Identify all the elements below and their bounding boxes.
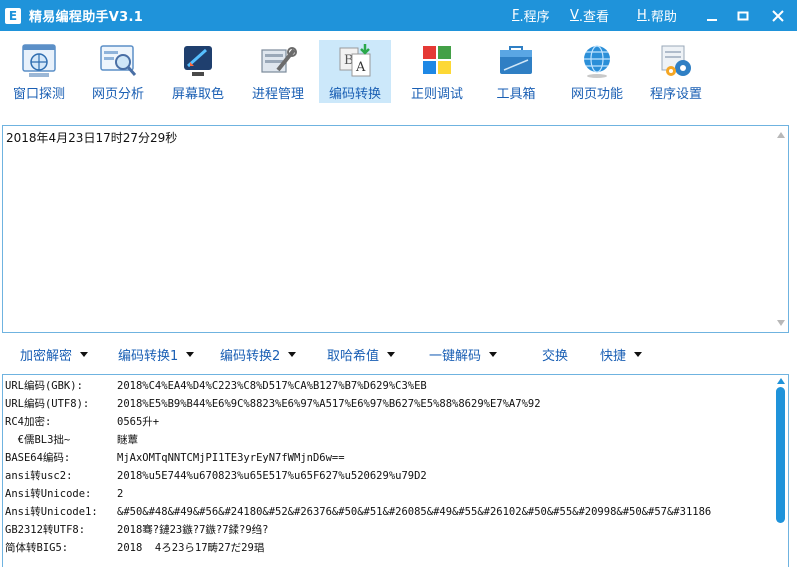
app-logo-icon: E xyxy=(5,7,21,24)
minimize-icon xyxy=(707,18,717,21)
window-probe-icon xyxy=(22,44,56,77)
chevron-down-icon xyxy=(186,352,195,357)
func-encrypt-decrypt[interactable]: 加密解密 xyxy=(20,345,89,364)
svg-text:A: A xyxy=(355,60,366,75)
tool-process-manager[interactable]: 进程管理 xyxy=(242,40,314,103)
encoding-convert-icon: B A xyxy=(339,44,371,77)
menu-program[interactable]: F .程序 xyxy=(512,0,550,31)
scroll-down-icon[interactable] xyxy=(777,320,785,326)
input-text: 2018年4月23日17时27分29秒 xyxy=(6,131,178,145)
maximize-icon xyxy=(737,11,749,20)
chevron-down-icon xyxy=(288,352,297,357)
chevron-down-icon xyxy=(80,352,89,357)
close-button[interactable] xyxy=(760,0,796,31)
tool-regex-debug[interactable]: 正则调试 xyxy=(401,40,473,103)
toolbar: 窗口探测 网页分析 屏幕取色 进程管理 B A 编码转换 正则调试 工具箱 网页… xyxy=(0,31,797,107)
web-function-icon xyxy=(584,45,610,78)
tool-window-probe[interactable]: 窗口探测 xyxy=(3,40,75,103)
maximize-button[interactable] xyxy=(725,0,761,31)
func-hash[interactable]: 取哈希值 xyxy=(327,345,396,364)
chevron-down-icon xyxy=(634,352,643,357)
func-swap[interactable]: 交换 xyxy=(542,345,568,364)
tool-toolbox[interactable]: 工具箱 xyxy=(480,40,552,103)
scroll-up-icon[interactable] xyxy=(777,132,785,138)
tool-web-function[interactable]: 网页功能 xyxy=(561,40,633,103)
input-textarea[interactable]: 2018年4月23日17时27分29秒 xyxy=(2,125,789,333)
tool-encoding-convert[interactable]: B A 编码转换 xyxy=(319,40,391,103)
func-encoding-convert-2[interactable]: 编码转换2 xyxy=(220,345,297,364)
chevron-down-icon xyxy=(387,352,396,357)
input-scrollbar[interactable] xyxy=(774,126,788,332)
window-title: 精易编程助手V3.1 xyxy=(29,10,144,25)
web-analysis-icon xyxy=(100,45,137,76)
func-encoding-convert-1[interactable]: 编码转换1 xyxy=(118,345,195,364)
results-scrollbar[interactable] xyxy=(774,375,788,567)
menu-help[interactable]: H .帮助 xyxy=(637,0,677,31)
chevron-down-icon xyxy=(489,352,498,357)
results-panel[interactable]: URL编码(GBK): 2018%C4%EA4%D4%C223%C8%D517%C… xyxy=(2,374,789,567)
scroll-up-icon[interactable] xyxy=(777,378,785,384)
settings-icon xyxy=(661,45,691,76)
regex-debug-icon xyxy=(423,46,451,74)
close-icon xyxy=(772,9,784,22)
tool-color-picker[interactable]: 屏幕取色 xyxy=(162,40,234,103)
function-bar: 加密解密 编码转换1 编码转换2 取哈希值 一键解码 交换 快捷 xyxy=(0,341,797,367)
func-shortcut[interactable]: 快捷 xyxy=(600,345,643,364)
color-picker-icon xyxy=(184,46,212,76)
menu-view[interactable]: V .查看 xyxy=(570,0,609,31)
tool-web-analysis[interactable]: 网页分析 xyxy=(82,40,154,103)
title-bar: E 精易编程助手V3.1 xyxy=(0,0,797,31)
toolbox-icon xyxy=(500,46,532,74)
tool-settings[interactable]: 程序设置 xyxy=(640,40,712,103)
func-one-click-decode[interactable]: 一键解码 xyxy=(429,345,498,364)
process-manager-icon xyxy=(261,47,297,73)
scrollbar-thumb[interactable] xyxy=(776,387,785,523)
